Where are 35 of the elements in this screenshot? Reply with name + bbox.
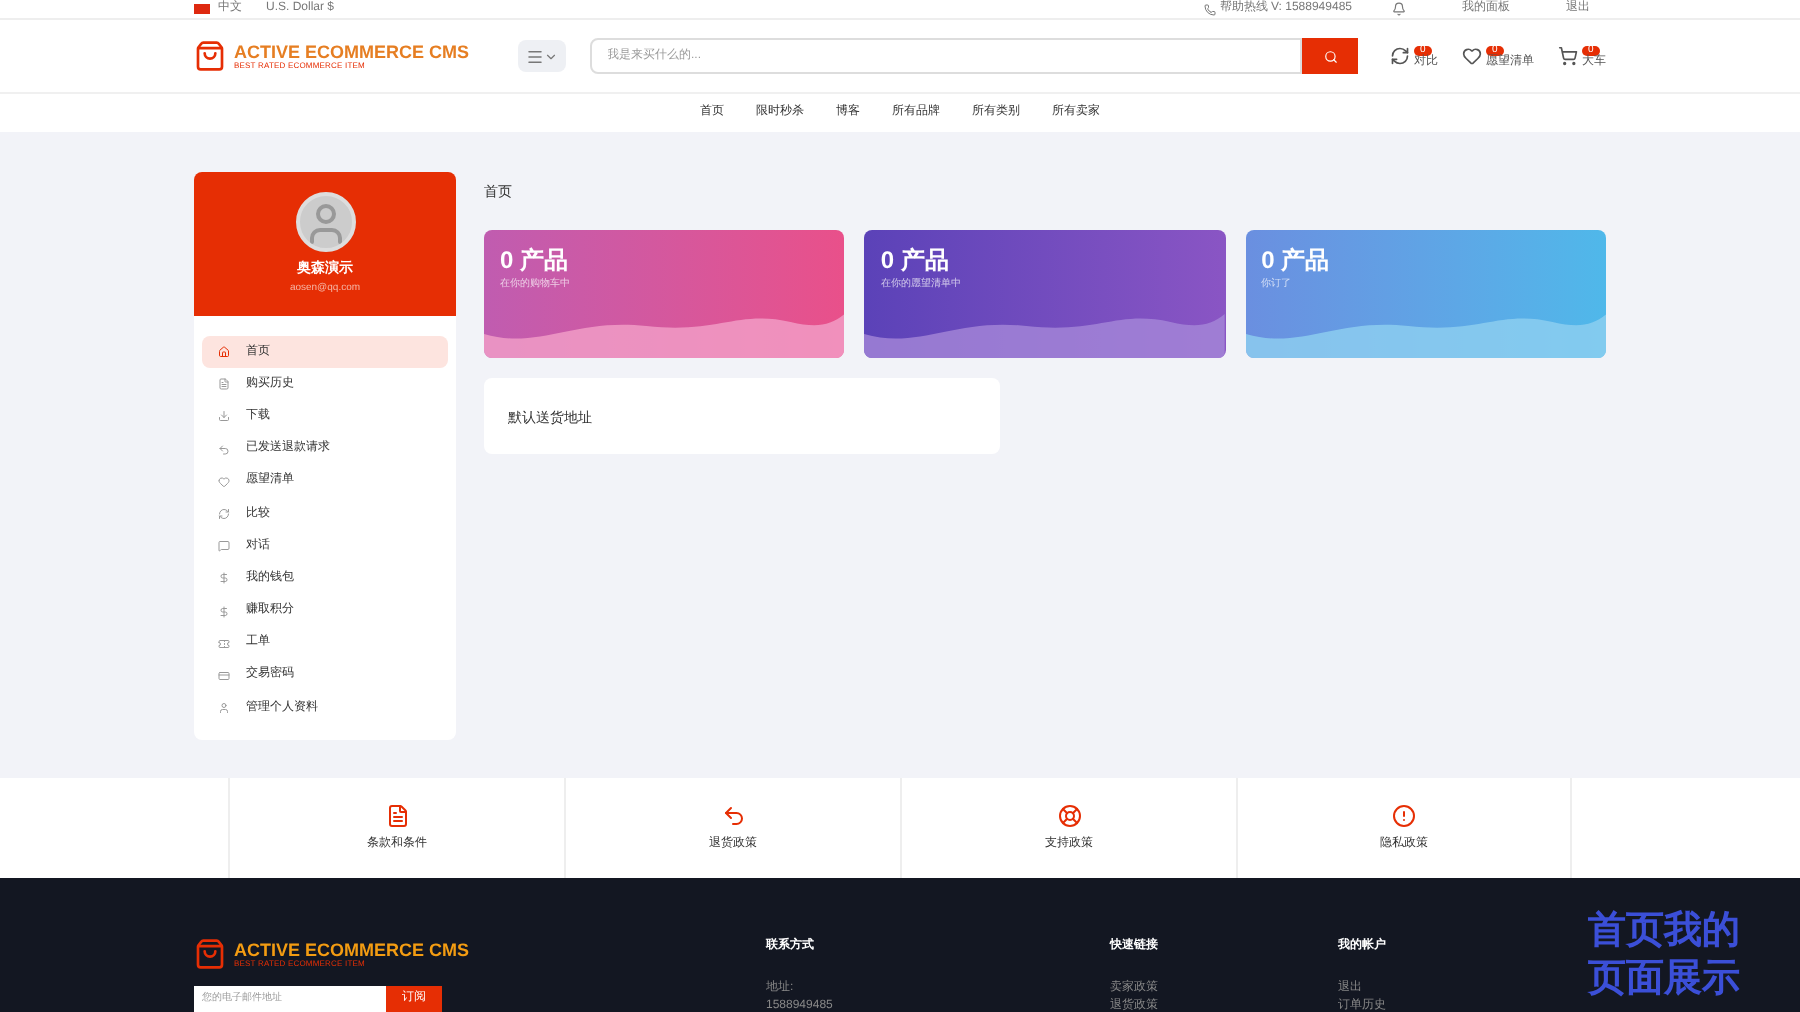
wishlist-icon	[1462, 46, 1482, 66]
terms-icon	[385, 803, 409, 827]
return-icon	[721, 803, 745, 827]
ticket-icon	[218, 637, 230, 650]
history-icon	[218, 378, 230, 391]
wallet-icon	[218, 572, 230, 585]
bell-icon[interactable]	[1392, 2, 1406, 16]
home-icon	[218, 346, 230, 359]
chat-icon	[218, 540, 230, 553]
download-icon	[218, 410, 230, 423]
logo-title: ACTIVE ECOMMERCE CMS	[234, 941, 470, 959]
menu-icon	[525, 47, 544, 65]
flag-icon	[194, 4, 210, 14]
profile-icon	[218, 702, 230, 715]
caption-text: 首页我的页面展示	[1588, 908, 1742, 1004]
stat-value: 0 产品	[880, 243, 951, 277]
search-icon	[1323, 49, 1337, 63]
compare-icon	[218, 508, 230, 521]
category-menu-button[interactable]	[517, 40, 566, 72]
bag-icon	[194, 40, 226, 72]
bag-icon	[194, 938, 226, 970]
search-button[interactable]	[1302, 38, 1358, 74]
password-icon	[218, 669, 230, 682]
refund-icon	[218, 443, 230, 456]
chevron-icon	[543, 49, 558, 63]
stat-value: 0 产品	[500, 243, 571, 277]
logo-title: ACTIVE ECOMMERCE CMS	[234, 43, 470, 61]
compare-icon	[1390, 46, 1410, 66]
wishlist-icon	[218, 475, 230, 488]
support-icon	[1057, 803, 1081, 827]
stat-value: 0 产品	[1261, 243, 1332, 277]
cart-icon	[1558, 46, 1578, 66]
phone-icon	[1203, 3, 1216, 15]
points-icon	[218, 605, 230, 618]
privacy-icon	[1392, 803, 1416, 827]
